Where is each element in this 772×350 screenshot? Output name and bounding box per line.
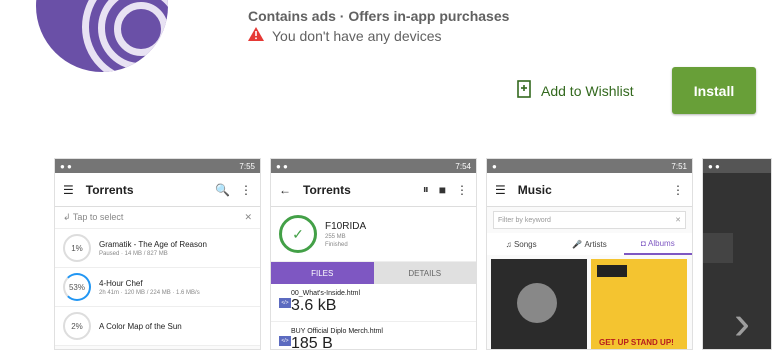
- screenshot-2[interactable]: ● ● 7:54 ← Torrents ⏸ ■ ⋮ ✓ F10RIDA 255 M…: [270, 158, 477, 350]
- device-warning: You don't have any devices: [248, 27, 442, 44]
- bookmark-plus-icon: [517, 80, 531, 101]
- filter-input: Filter by keyword ✕: [493, 211, 686, 229]
- file-item: </> BUY Official Diplo Merch.html 185 B: [271, 322, 476, 349]
- screenshot-1[interactable]: ● ● 7:55 ☰ Torrents 🔍 ⋮ ↲ Tap to select ✕…: [54, 158, 261, 350]
- app-bar: ☰ Music ⋮: [487, 173, 692, 207]
- detail-tabs: FILES DETAILS: [271, 262, 476, 284]
- list-item: 1% Gramatik - The Age of Reason Paused · …: [55, 229, 260, 268]
- mic-icon: 🎤: [572, 239, 583, 249]
- app-bar: ☰ Torrents 🔍 ⋮: [55, 173, 260, 207]
- install-button[interactable]: Install: [672, 67, 756, 114]
- pause-icon: ⏸: [422, 182, 429, 196]
- menu-icon: ☰: [495, 182, 506, 197]
- add-to-wishlist-button[interactable]: Add to Wishlist: [517, 80, 634, 101]
- album-cover: [491, 259, 587, 349]
- status-bar: ● 7:51: [487, 159, 692, 173]
- back-arrow-icon: ←: [279, 182, 291, 197]
- close-icon: ✕: [675, 217, 681, 224]
- tab-songs: ♫ Songs: [505, 239, 537, 249]
- file-item: </> 00_What's-Inside.html 3.6 kB: [271, 284, 476, 322]
- tab-files: FILES: [271, 262, 374, 284]
- album-grid: GET UP STAND UP!: [487, 255, 692, 349]
- tab-details: DETAILS: [373, 262, 476, 284]
- tab-albums: ◘ Albums: [623, 233, 692, 255]
- ads-purchases-info: Contains ads · Offers in-app purchases: [248, 8, 510, 24]
- list-item: 2% A Color Map of the Sun: [55, 307, 260, 346]
- chevron-right-icon[interactable]: ›: [734, 300, 750, 348]
- progress-circle: 53%: [63, 273, 91, 301]
- album-cover: GET UP STAND UP!: [591, 259, 687, 349]
- more-icon: ⋮: [672, 182, 684, 197]
- status-bar: ● ● 7:54: [271, 159, 476, 173]
- html-file-icon: </>: [279, 335, 291, 346]
- music-tabs: ♫ Songs 🎤 Artists ◘ Albums: [487, 233, 692, 255]
- html-file-icon: </>: [279, 297, 291, 308]
- close-icon: ✕: [244, 212, 252, 222]
- album-icon: ◘: [640, 238, 646, 248]
- app-icon: [36, 0, 168, 72]
- check-icon: ✓: [279, 215, 317, 253]
- more-icon: ⋮: [240, 182, 252, 197]
- wishlist-label: Add to Wishlist: [541, 82, 634, 99]
- screen-title: Torrents: [85, 182, 134, 197]
- warning-text: You don't have any devices: [272, 27, 442, 44]
- screen-title: Torrents: [303, 182, 351, 197]
- search-icon: 🔍: [215, 182, 230, 197]
- tab-artists: 🎤 Artists: [572, 239, 607, 249]
- status-bar: ● ● 7:55: [55, 159, 260, 173]
- tap-select-bar: ↲ Tap to select ✕: [55, 207, 260, 229]
- more-icon: ⋮: [456, 182, 468, 197]
- status-bar: ● ●: [703, 159, 771, 173]
- list-item: 53% 4-Hour Chef 2h 41m · 120 MB / 224 MB …: [55, 268, 260, 307]
- select-arrow-icon: ↲: [63, 212, 71, 222]
- note-icon: ♫: [505, 239, 512, 249]
- delete-icon: ■: [438, 182, 446, 197]
- app-bar: ← Torrents ⏸ ■ ⋮: [271, 173, 476, 207]
- progress-circle: 2%: [63, 312, 91, 340]
- warning-icon: [248, 27, 264, 44]
- screenshot-3[interactable]: ● 7:51 ☰ Music ⋮ Filter by keyword ✕ ♫ Son…: [486, 158, 693, 350]
- torrent-summary: ✓ F10RIDA 255 MB Finished: [271, 207, 476, 262]
- screen-title: Music: [517, 182, 552, 197]
- progress-circle: 1%: [63, 234, 91, 262]
- menu-icon: ☰: [63, 182, 74, 197]
